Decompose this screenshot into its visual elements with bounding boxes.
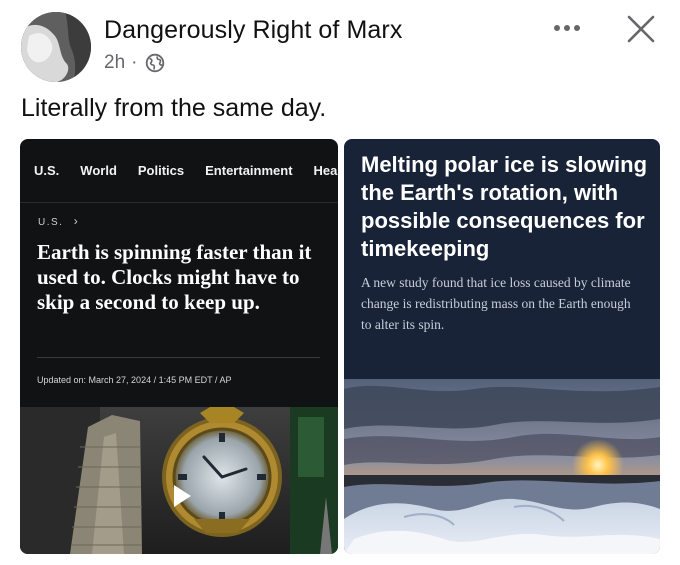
nav-item-world: World [80,163,117,178]
updated-timestamp: Updated on: March 27, 2024 / 1:45 PM EDT… [37,375,232,385]
section-label: U.S. › [38,214,79,228]
play-icon[interactable] [171,483,193,509]
post-caption: Literally from the same day. [21,94,327,122]
more-horizontal-icon [554,25,580,31]
avatar[interactable] [21,12,91,82]
globe-icon[interactable] [145,53,165,73]
avatar-image [21,12,91,82]
right-headline: Melting polar ice is slowing the Earth's… [361,152,648,261]
nav-item-politics: Politics [137,163,185,178]
post-meta: 2h · [104,52,165,74]
author-name[interactable]: Dangerously Right of Marx [104,16,402,45]
close-icon [627,15,655,43]
right-dek: A new study found that ice loss caused b… [361,275,631,332]
close-button[interactable] [625,13,657,45]
section-label-text: U.S. [38,217,64,228]
post-time[interactable]: 2h [104,52,125,74]
right-article-screenshot[interactable]: Melting polar ice is slowing the Earth's… [344,139,660,554]
meta-separator: · [131,52,138,73]
left-article-screenshot[interactable]: U.S. World Politics Entertainment Heal U… [20,139,338,554]
left-headline: Earth is spinning faster than it used to… [37,240,312,314]
video-thumbnail[interactable] [20,407,338,554]
chevron-right-icon: › [73,214,80,228]
nav-item-us: U.S. [34,163,60,178]
more-options-button[interactable] [551,16,583,40]
ice-sunset-photo [344,379,660,554]
nav-item-entertainment: Entertainment [205,163,293,178]
news-nav-bar: U.S. World Politics Entertainment Heal [20,139,338,203]
divider [37,357,320,358]
nav-item-health: Heal [313,163,338,178]
